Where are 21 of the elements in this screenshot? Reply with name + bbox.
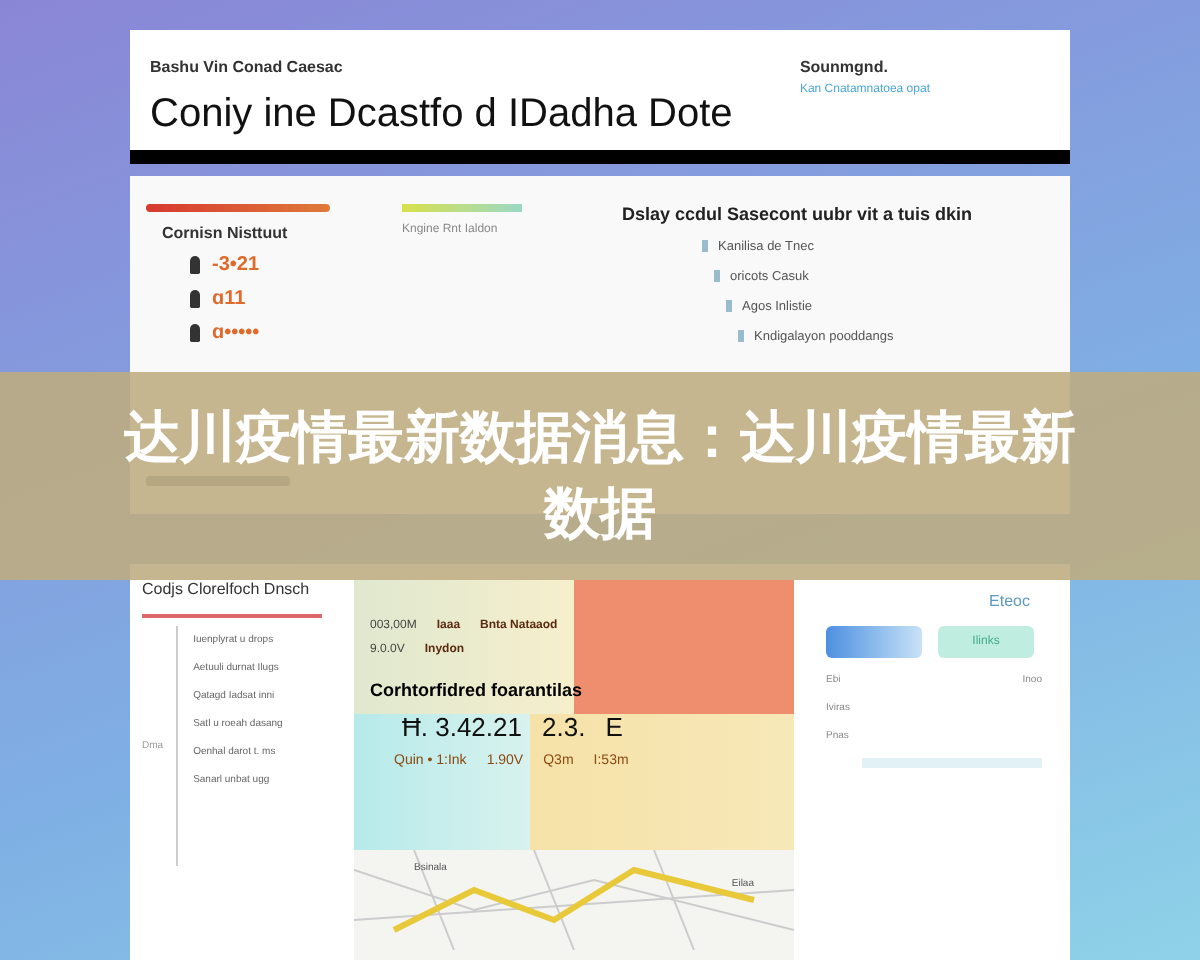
gradient-bar <box>402 203 522 212</box>
list-title: Codjs Clorelfoch Dnsch <box>142 580 312 598</box>
grid-value: 2.3. <box>542 712 586 742</box>
header-kicker: Bashu Vin Conad Caesac <box>150 58 345 76</box>
square-icon <box>714 270 720 283</box>
banner-title: 达川疫情最新数据消息：达川疫情最新数据 <box>122 402 1078 550</box>
summary-heading: Cornisn Nisttuut <box>160 223 288 242</box>
page-title: Coniy ine Dcastfo d IDadha Dote <box>150 92 733 138</box>
grid-heading: Corhtorfidred foarantilas <box>370 680 585 700</box>
grid-value: Ħ. 3.42.21 <box>402 712 522 742</box>
stat-value: ɑ••••• <box>212 321 260 344</box>
grid-value: E <box>605 712 623 742</box>
gradient-button[interactable] <box>826 626 922 658</box>
square-icon <box>702 240 708 253</box>
square-icon <box>726 300 732 313</box>
stat-value: ɑ11 <box>212 287 246 310</box>
header-label: Sounmgnd. <box>799 58 890 76</box>
square-icon <box>738 330 744 343</box>
summary-title: Dslay ccdul Sasecont uubr vit a tuis dkin <box>622 203 975 224</box>
stat-value: -3•21 <box>212 253 260 276</box>
panel-title: Eteoc <box>989 592 1032 610</box>
